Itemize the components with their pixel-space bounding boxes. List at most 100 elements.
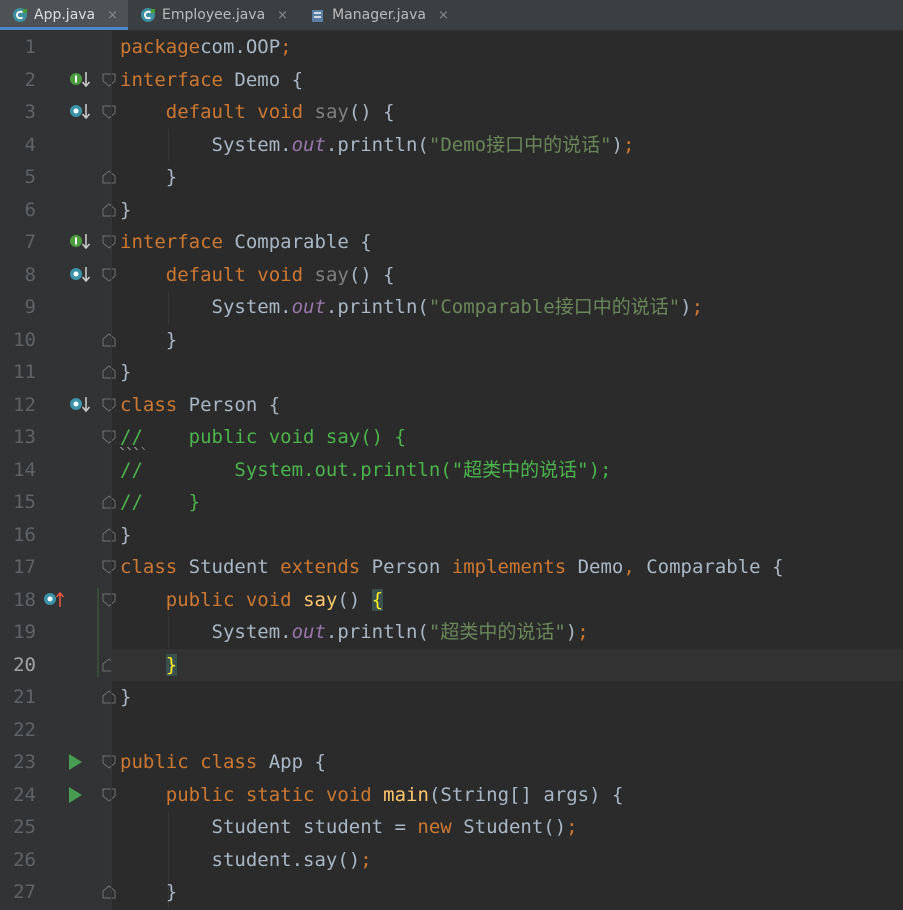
code-line[interactable]: default void say() { xyxy=(120,96,395,129)
code-line[interactable]: // public void say() { xyxy=(120,421,406,454)
line-number[interactable]: 1 xyxy=(0,31,36,64)
code-token: System. xyxy=(120,133,292,156)
line-number[interactable]: 16 xyxy=(0,519,36,552)
line-number[interactable]: 7 xyxy=(0,226,36,259)
code-token: void xyxy=(325,783,372,806)
subclassed-class-icon[interactable] xyxy=(69,395,91,415)
code-token: } xyxy=(120,361,132,383)
code-line[interactable]: packagecom.OOP; xyxy=(120,31,292,64)
tab-label: Manager.java xyxy=(332,7,426,23)
line-number[interactable]: 9 xyxy=(0,291,36,324)
run-icon[interactable] xyxy=(69,752,91,772)
code-token: () { xyxy=(348,101,395,123)
line-number[interactable]: 14 xyxy=(0,454,36,487)
line-number[interactable]: 10 xyxy=(0,324,36,357)
code-token: (String[] args) { xyxy=(428,783,624,806)
close-tab-icon[interactable]: × xyxy=(107,8,118,23)
line-number[interactable]: 4 xyxy=(0,129,36,162)
code-token: say xyxy=(314,263,349,286)
code-line[interactable]: // System.out.println("超类中的说话"); xyxy=(120,454,612,487)
code-line[interactable]: } xyxy=(120,194,131,227)
line-number[interactable]: 13 xyxy=(0,421,36,454)
code-line[interactable]: Student student = new Student(); xyxy=(120,811,578,844)
line-number[interactable]: 20 xyxy=(0,649,36,682)
vcs-change-marker[interactable] xyxy=(97,587,99,677)
code-editor[interactable]: 1 2 3 4 5 6 7 8 9 10 11 12 13 14 15 16 17 18 19 20 21 22 23 24 2… xyxy=(0,31,903,910)
code-token: class xyxy=(120,556,178,578)
run-icon[interactable] xyxy=(69,785,91,805)
code-line[interactable]: System.out.println("超类中的说话"); xyxy=(120,616,589,649)
line-number[interactable]: 3 xyxy=(0,96,36,129)
code-line[interactable]: interface Comparable { xyxy=(120,226,372,259)
code-line[interactable]: student.say(); xyxy=(120,844,372,877)
line-number[interactable]: 5 xyxy=(0,161,36,194)
line-number[interactable]: 8 xyxy=(0,259,36,292)
code-token: Demo xyxy=(566,556,624,578)
implemented-interface-icon[interactable] xyxy=(69,232,91,252)
code-line[interactable]: public static void main(String[] args) { xyxy=(120,779,624,812)
code-line[interactable]: public class App { xyxy=(120,746,326,779)
code-token: () { xyxy=(348,263,395,286)
code-token: .println( xyxy=(325,621,429,643)
code-line[interactable]: } xyxy=(120,519,131,552)
tab-employee-java[interactable]: Employee.java × xyxy=(128,0,298,30)
code-line[interactable]: } xyxy=(120,876,177,909)
code-line[interactable]: class Student extends Person implements … xyxy=(120,551,784,584)
code-token: // } xyxy=(120,491,201,513)
code-token: Person xyxy=(360,556,452,578)
code-line[interactable]: default void say() { xyxy=(120,259,395,292)
tab-manager-java[interactable]: Manager.java × xyxy=(298,0,459,30)
implements-method-icon[interactable] xyxy=(43,590,65,610)
code-line[interactable]: } xyxy=(120,649,178,682)
line-number[interactable]: 23 xyxy=(0,746,36,779)
line-number[interactable]: 27 xyxy=(0,876,36,909)
code-line[interactable]: interface Demo { xyxy=(120,64,303,97)
code-area[interactable]: packagecom.OOP; interface Demo { default … xyxy=(111,31,903,910)
tab-app-java[interactable]: App.java × xyxy=(0,0,129,30)
line-number[interactable]: 22 xyxy=(0,714,36,747)
close-tab-icon[interactable]: × xyxy=(438,8,449,23)
code-token: () xyxy=(337,588,372,611)
code-line[interactable]: // } xyxy=(120,486,200,519)
code-line[interactable]: } xyxy=(120,356,131,389)
line-number[interactable]: 26 xyxy=(0,844,36,877)
line-number[interactable]: 6 xyxy=(0,194,36,227)
code-token: } xyxy=(120,166,178,188)
line-number[interactable]: 19 xyxy=(0,616,36,649)
code-token: class xyxy=(120,393,178,416)
code-token: ) xyxy=(611,133,623,156)
line-number[interactable]: 25 xyxy=(0,811,36,844)
code-line[interactable]: public void say() { xyxy=(120,584,384,617)
code-token: out xyxy=(291,296,326,318)
line-number[interactable]: 17 xyxy=(0,551,36,584)
line-number[interactable]: 15 xyxy=(0,486,36,519)
code-line[interactable]: } xyxy=(120,681,131,714)
line-number[interactable]: 11 xyxy=(0,356,36,389)
tab-label: App.java xyxy=(34,7,96,23)
code-token: static xyxy=(245,783,315,806)
code-token: } xyxy=(120,523,132,546)
code-token: com.OOP xyxy=(200,36,281,58)
code-token: } xyxy=(165,653,178,676)
line-number[interactable]: 18 xyxy=(0,584,36,617)
code-line[interactable]: } xyxy=(120,161,177,194)
line-number[interactable]: 21 xyxy=(0,681,36,714)
line-number[interactable]: 2 xyxy=(0,64,36,97)
code-line[interactable]: System.out.println("Comparable接口中的说话"); xyxy=(120,291,704,324)
code-token: extends xyxy=(280,556,361,578)
line-number[interactable]: 12 xyxy=(0,389,36,422)
implemented-method-icon[interactable] xyxy=(69,265,91,285)
close-tab-icon[interactable]: × xyxy=(277,8,288,23)
code-line[interactable]: class Person { xyxy=(120,389,280,422)
implemented-interface-icon[interactable] xyxy=(69,70,91,90)
code-line[interactable]: System.out.println("Demo接口中的说话"); xyxy=(120,129,635,162)
line-number[interactable]: 24 xyxy=(0,779,36,812)
code-line[interactable]: } xyxy=(120,324,177,357)
implemented-method-icon[interactable] xyxy=(69,102,91,122)
